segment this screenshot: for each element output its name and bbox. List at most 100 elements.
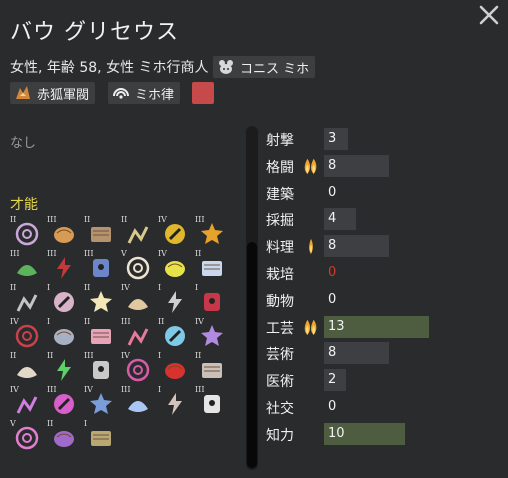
gene-scroll[interactable]: II xyxy=(195,249,227,283)
traits-heading: 才能 xyxy=(10,197,38,213)
gene-tools[interactable]: I xyxy=(158,283,190,317)
gene-rock[interactable]: II xyxy=(10,283,42,317)
gene-cards[interactable]: IV xyxy=(121,283,153,317)
skill-bar[interactable]: 0 xyxy=(324,396,348,418)
heart-face-icon xyxy=(91,329,111,344)
skill-level: 0 xyxy=(328,399,337,414)
ideology-icon xyxy=(113,88,129,99)
gene-face[interactable]: III xyxy=(84,249,116,283)
close-icon xyxy=(479,5,499,25)
fur-icon xyxy=(54,292,74,312)
gene-medical[interactable]: II xyxy=(47,351,79,385)
skill-name: 動物 xyxy=(266,293,294,310)
skill-bar[interactable]: 3 xyxy=(324,128,349,150)
skill-level: 3 xyxy=(328,131,337,146)
gene-skull[interactable]: III xyxy=(195,385,227,419)
skill-level: 0 xyxy=(328,184,337,200)
faction-chip[interactable]: 赤狐軍閥 xyxy=(10,82,96,104)
gene-level: I xyxy=(47,317,51,326)
gene-sparkle[interactable]: III xyxy=(121,385,153,419)
gene-swallow[interactable]: II xyxy=(158,317,190,351)
skill-bar[interactable]: 8 xyxy=(324,235,389,258)
gene-mining[interactable]: II xyxy=(121,215,153,249)
skill-bar[interactable]: 4 xyxy=(324,208,357,231)
skill-bar[interactable]: 2 xyxy=(324,369,346,392)
gene-barrel[interactable]: III xyxy=(84,351,116,385)
gene-level: I xyxy=(84,419,88,428)
gene-blob[interactable]: I xyxy=(158,351,190,385)
skill-level: 8 xyxy=(328,157,337,173)
crown-icon xyxy=(54,394,74,414)
dancer-icon xyxy=(168,393,182,415)
scrollbar[interactable] xyxy=(246,126,258,470)
major-passion-icon xyxy=(304,158,317,174)
gene-crown[interactable]: III xyxy=(47,385,79,419)
cat-icon xyxy=(54,431,74,447)
skill-bar[interactable]: 8 xyxy=(324,342,389,365)
skill-bar[interactable]: 0 xyxy=(324,182,348,204)
figures-icon xyxy=(202,363,222,378)
feather-icon xyxy=(204,293,220,311)
gene-figures[interactable]: II xyxy=(195,351,227,385)
skill-name: 工芸 xyxy=(266,320,294,337)
gene-ring[interactable]: II xyxy=(10,215,42,249)
skill-bar[interactable]: 0 xyxy=(324,289,348,311)
medical-icon xyxy=(57,359,71,381)
gene-cloud[interactable]: V xyxy=(121,249,153,283)
skill-level: 0 xyxy=(328,291,337,307)
gene-web[interactable]: IV xyxy=(195,317,227,351)
gene-fur[interactable]: I xyxy=(47,283,79,317)
scrollbar-thumb[interactable] xyxy=(247,242,257,468)
gene-feather[interactable]: I xyxy=(195,283,227,317)
gene-dancer[interactable]: I xyxy=(158,385,190,419)
skill-level: 10 xyxy=(328,425,345,441)
gene-mask[interactable]: II xyxy=(10,351,42,385)
cards-icon xyxy=(128,299,148,310)
gene-brain[interactable]: III xyxy=(47,215,79,249)
mask-icon xyxy=(17,367,37,378)
gene-leaf-panel[interactable]: II xyxy=(84,215,116,249)
brain-icon xyxy=(54,227,74,243)
gene-gear[interactable]: III xyxy=(195,215,227,249)
gene-lightning[interactable]: IV xyxy=(158,249,190,283)
skill-bar[interactable]: 13 xyxy=(324,315,430,338)
faction-label: 赤狐軍閥 xyxy=(37,87,90,103)
major-passion-icon xyxy=(304,319,317,335)
ideology-chip[interactable]: ミホ律 xyxy=(108,82,181,104)
gene-hanger[interactable]: I xyxy=(84,419,116,453)
web-icon xyxy=(201,325,223,346)
gene-storm[interactable]: IV xyxy=(158,215,190,249)
gene-eyes[interactable]: IV xyxy=(121,351,153,385)
gene-orb[interactable]: IV xyxy=(84,385,116,419)
bird-icon xyxy=(54,329,74,345)
barrel-icon xyxy=(93,361,109,379)
skill-bar[interactable]: 8 xyxy=(324,154,389,177)
skill-name: 栽培 xyxy=(266,267,294,283)
gene-stars[interactable]: V xyxy=(10,419,42,453)
ring-icon xyxy=(15,222,39,246)
gene-heart-drop[interactable]: III xyxy=(121,317,153,351)
skull-icon xyxy=(204,395,220,413)
favorite-color-swatch[interactable] xyxy=(192,82,214,104)
gene-crescent[interactable]: IV xyxy=(10,385,42,419)
skill-bar[interactable]: 10 xyxy=(324,422,405,445)
fox-head-icon xyxy=(90,291,112,312)
gene-bird[interactable]: I xyxy=(47,317,79,351)
gene-smile[interactable]: III xyxy=(10,249,42,283)
gene-heart-face[interactable]: II xyxy=(84,317,116,351)
skill-name: 建築 xyxy=(266,186,294,203)
close-button[interactable] xyxy=(478,4,500,26)
skill-level: 13 xyxy=(328,318,345,334)
gene-blade[interactable]: IV xyxy=(10,317,42,351)
sparkle-icon xyxy=(128,401,148,412)
pawn-description: 女性, 年齢 58, 女性 ミホ行商人 xyxy=(10,60,209,76)
fox-faction-icon xyxy=(16,86,30,99)
ideology-label: ミホ律 xyxy=(135,87,175,103)
gene-level: I xyxy=(158,283,162,292)
gene-cat[interactable]: II xyxy=(47,419,79,453)
gene-bomb[interactable]: III xyxy=(47,249,79,283)
xenotype-chip[interactable]: コニス ミホ xyxy=(213,56,316,78)
skill-bar[interactable]: 0 xyxy=(324,262,348,284)
gene-fox-head[interactable]: II xyxy=(84,283,116,317)
skill-level: 0 xyxy=(328,265,337,280)
